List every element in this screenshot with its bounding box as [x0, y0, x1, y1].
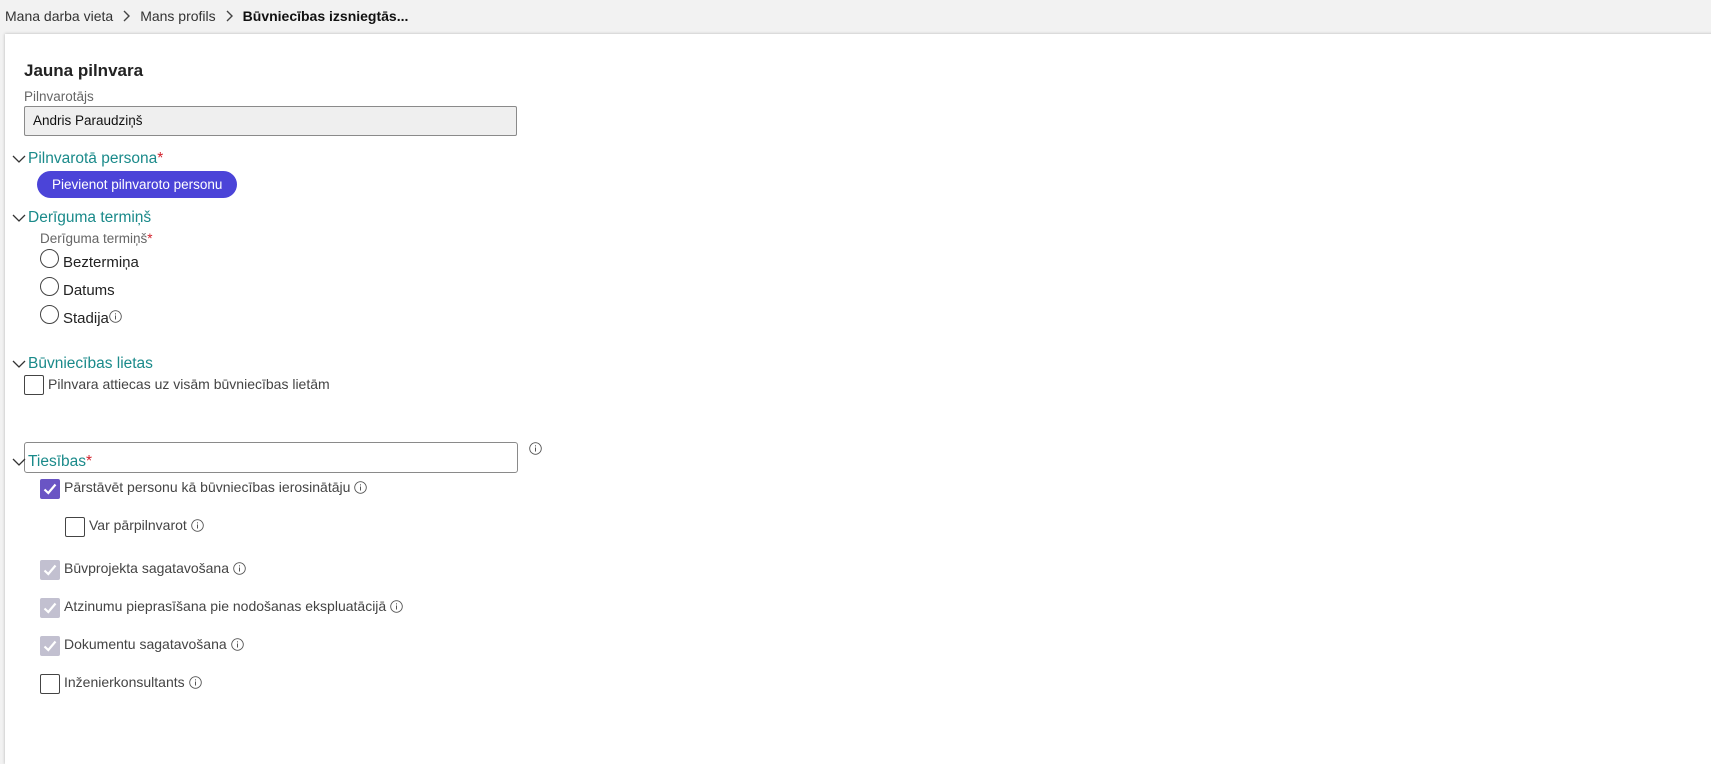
validity-field-label: Derīguma termiņš*	[40, 231, 153, 246]
info-icon[interactable]	[230, 637, 244, 651]
breadcrumb-current: Būvniecības izsniegtās...	[242, 8, 409, 24]
breadcrumb: Mana darba vieta Mans profils Būvniecība…	[0, 0, 1711, 32]
radio-beztermina[interactable]: Beztermiņa	[40, 249, 139, 271]
checkbox-disabled-checked	[40, 560, 60, 580]
info-icon[interactable]	[390, 599, 403, 613]
right-engineering-consultant[interactable]: Inženierkonsultants	[40, 674, 202, 694]
required-mark: *	[147, 231, 153, 246]
form-panel: Jauna pilnvara Pilnvarotājs Andris Parau…	[5, 34, 1711, 764]
checkmark-icon	[43, 564, 57, 576]
chevron-down-icon	[12, 458, 26, 466]
radio-stadija[interactable]: Stadija	[40, 305, 122, 327]
info-icon[interactable]	[529, 442, 542, 455]
radio-button[interactable]	[40, 305, 59, 324]
checkbox[interactable]	[40, 674, 60, 694]
info-icon[interactable]	[191, 518, 204, 532]
all-cases-checkbox-row[interactable]: Pilnvara attiecas uz visām būvniecības l…	[24, 375, 330, 395]
checkbox-disabled-checked	[40, 598, 60, 618]
checkbox-label-wrap: Inženierkonsultants	[64, 674, 202, 690]
radio-button[interactable]	[40, 249, 59, 268]
checkbox[interactable]	[65, 517, 85, 537]
right-can-redelegate[interactable]: Var pārpilnvarot	[65, 517, 204, 537]
all-cases-checkbox[interactable]	[24, 375, 44, 395]
info-icon[interactable]	[109, 310, 122, 323]
checkbox-label: Dokumentu sagatavošana	[64, 636, 227, 652]
right-request-opinions: Atzinumu pieprasīšana pie nodošanas eksp…	[40, 598, 403, 618]
checkmark-icon	[43, 483, 57, 495]
checkmark-icon	[43, 640, 57, 652]
checkbox-label: Būvprojekta sagatavošana	[64, 560, 229, 576]
radio-label: Beztermiņa	[63, 254, 139, 271]
checkbox-disabled-checked	[40, 636, 60, 656]
radio-datums[interactable]: Datums	[40, 277, 115, 299]
breadcrumb-item-workplace[interactable]: Mana darba vieta	[5, 8, 113, 24]
checkbox-label-wrap: Atzinumu pieprasīšana pie nodošanas eksp…	[64, 598, 403, 614]
grantor-label: Pilnvarotājs	[24, 89, 94, 104]
validity-label-text: Derīguma termiņš	[40, 231, 148, 246]
checkbox-label: Pilnvara attiecas uz visām būvniecības l…	[48, 376, 330, 392]
right-document-preparation: Dokumentu sagatavošana	[40, 636, 244, 656]
section-rights[interactable]: Tiesības *	[12, 453, 92, 471]
chevron-down-icon	[12, 214, 26, 222]
add-authorized-person-button[interactable]: Pievienot pilnvaroto personu	[37, 171, 238, 198]
radio-button[interactable]	[40, 277, 59, 296]
info-icon[interactable]	[188, 675, 202, 689]
checkbox-label-wrap: Var pārpilnvarot	[89, 517, 204, 533]
construction-case-search-input[interactable]	[24, 442, 518, 473]
info-icon[interactable]	[233, 561, 246, 575]
checkbox-checked[interactable]	[40, 479, 60, 499]
info-icon[interactable]	[354, 480, 368, 494]
breadcrumb-item-profile[interactable]: Mans profils	[140, 8, 215, 24]
right-building-design: Būvprojekta sagatavošana	[40, 560, 246, 580]
checkbox-label: Var pārpilnvarot	[89, 517, 187, 533]
checkbox-label: Inženierkonsultants	[64, 674, 185, 690]
chevron-right-icon	[122, 10, 131, 22]
section-authorized-person[interactable]: Pilnvarotā persona *	[12, 150, 163, 168]
right-represent-initiator[interactable]: Pārstāvēt personu kā būvniecības ierosin…	[40, 479, 368, 499]
form-title: Jauna pilnvara	[24, 61, 144, 80]
chevron-down-icon	[12, 155, 26, 163]
chevron-down-icon	[12, 360, 26, 368]
section-title: Derīguma termiņš	[28, 209, 152, 226]
section-title: Tiesības	[28, 453, 87, 470]
grantor-field: Andris Paraudziņš	[24, 106, 517, 136]
chevron-right-icon	[225, 10, 234, 22]
checkbox-label-wrap: Dokumentu sagatavošana	[64, 636, 244, 652]
required-mark: *	[86, 453, 93, 470]
checkmark-icon	[43, 602, 57, 614]
checkbox-label: Pārstāvēt personu kā būvniecības ierosin…	[64, 479, 351, 495]
section-validity[interactable]: Derīguma termiņš	[12, 209, 151, 227]
checkbox-label: Atzinumu pieprasīšana pie nodošanas eksp…	[64, 598, 387, 614]
radio-label: Datums	[63, 282, 115, 299]
section-title: Būvniecības lietas	[28, 355, 153, 372]
checkbox-label-wrap: Pārstāvēt personu kā būvniecības ierosin…	[64, 479, 368, 495]
radio-label: Stadija	[63, 310, 109, 327]
section-construction-cases[interactable]: Būvniecības lietas	[12, 355, 153, 373]
checkbox-label-wrap: Būvprojekta sagatavošana	[64, 560, 246, 576]
section-title: Pilnvarotā persona	[28, 150, 158, 167]
required-mark: *	[157, 150, 164, 167]
